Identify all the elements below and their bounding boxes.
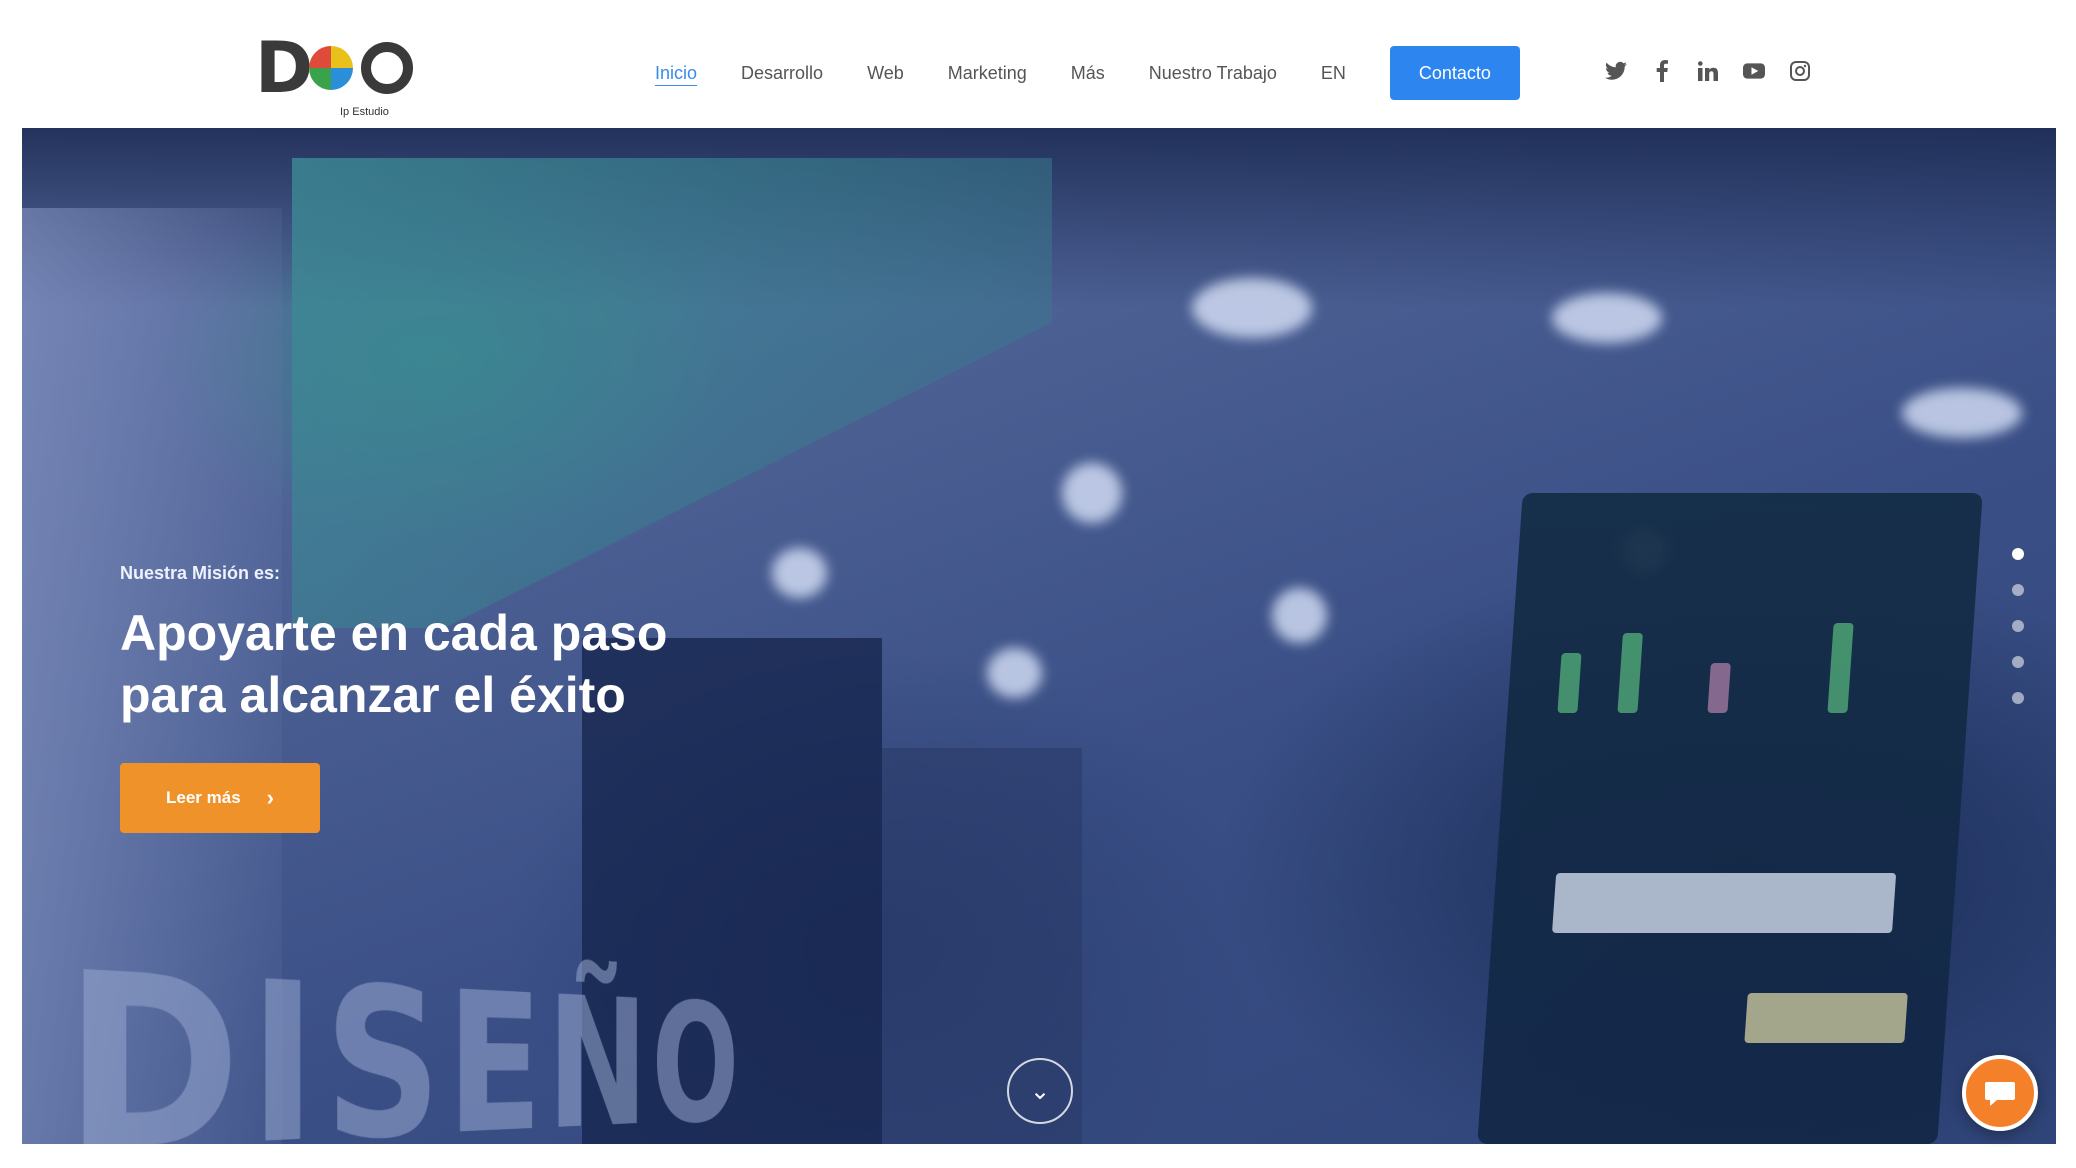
arrow-right-icon: › [266, 785, 274, 810]
ceiling-light [1902, 388, 2022, 438]
twitter-icon[interactable] [1605, 60, 1627, 82]
slider-pagination [2012, 548, 2024, 728]
scroll-down-button[interactable]: ⌄ [1007, 1058, 1073, 1124]
linkedin-icon[interactable] [1697, 60, 1719, 82]
hero-title: Apoyarte en cada paso para alcanzar el é… [120, 605, 668, 723]
nav-item-language[interactable]: EN [1321, 63, 1346, 84]
chat-button[interactable] [1962, 1055, 2038, 1131]
slider-dot[interactable] [2012, 692, 2024, 704]
ceiling-light [987, 648, 1042, 698]
ceiling-light [772, 548, 827, 598]
nav-item-web[interactable]: Web [867, 63, 904, 84]
ceiling-light [1272, 588, 1327, 643]
nav-item-nuestro-trabajo[interactable]: Nuestro Trabajo [1149, 63, 1277, 84]
youtube-icon[interactable] [1743, 60, 1765, 82]
hero-eyebrow: Nuestra Misión es: [120, 563, 281, 583]
ceiling-light [1192, 278, 1312, 338]
read-more-label: Leer más [166, 788, 241, 807]
logo-subtitle: Ip Estudio [340, 106, 389, 118]
main-nav: Inicio Desarrollo Web Marketing Más Nues… [655, 46, 1520, 100]
hero-content: Nuestra Misión es: Apoyarte en cada paso… [120, 563, 740, 726]
slider-dot[interactable] [2012, 548, 2024, 560]
chat-bubble-icon [1985, 1082, 2015, 1106]
ceiling-light [1552, 293, 1662, 343]
slider-dot[interactable] [2012, 620, 2024, 632]
nav-item-desarrollo[interactable]: Desarrollo [741, 63, 823, 84]
slider-dot[interactable] [2012, 656, 2024, 668]
nav-item-inicio[interactable]: Inicio [655, 63, 697, 84]
hero-bg-screen [1477, 493, 1983, 1144]
read-more-button[interactable]: Leer más › [120, 763, 320, 833]
logo-mark: D [255, 27, 414, 109]
ceiling-light [1062, 463, 1122, 523]
chevron-down-icon: ⌄ [1029, 1077, 1051, 1105]
site-logo[interactable]: D Ip Estudio [255, 27, 435, 118]
nav-item-marketing[interactable]: Marketing [948, 63, 1027, 84]
slider-dot[interactable] [2012, 584, 2024, 596]
site-header: D Ip Estudio Inicio Desarrollo Web Marke… [0, 0, 2076, 125]
instagram-icon[interactable] [1789, 60, 1811, 82]
social-links [1605, 60, 1835, 82]
hero-bg-teal-panel [292, 158, 1052, 628]
hero-slider: DISEÑO Nuestra Misión es: Apoyarte en ca… [22, 128, 2056, 1144]
nav-item-mas[interactable]: Más [1071, 63, 1105, 84]
facebook-icon[interactable] [1651, 60, 1673, 82]
contact-button[interactable]: Contacto [1389, 46, 1520, 100]
